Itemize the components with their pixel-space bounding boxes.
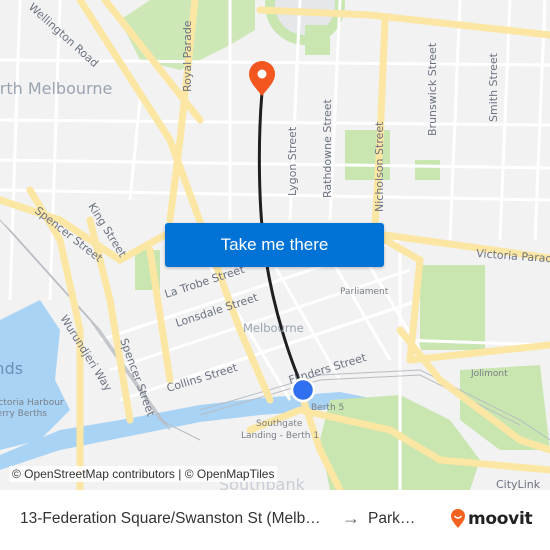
take-me-there-button[interactable]: Take me there: [165, 223, 384, 267]
label-parliament: Parliament: [340, 287, 389, 297]
label-royal-parade: Royal Parade: [181, 20, 194, 92]
label-melbourne: Melbourne: [243, 321, 304, 335]
map-attribution[interactable]: © OpenStreetMap contributors | © OpenMap…: [9, 466, 278, 482]
destination-name: Park…: [368, 510, 416, 527]
label-southgate-berth: Landing - Berth 1: [241, 431, 319, 441]
destination-pin-icon[interactable]: [249, 61, 275, 96]
route-footer: 13-Federation Square/Swanston St (Melb… …: [0, 490, 550, 550]
label-smith-street: Smith Street: [487, 52, 500, 122]
label-brunswick-street: Brunswick Street: [426, 42, 439, 136]
label-nicholson-street: Nicholson Street: [373, 121, 386, 212]
label-victoria-parade: Victoria Parade: [476, 247, 550, 266]
label-lygon-street: Lygon Street: [286, 126, 299, 196]
label-ferry-berths: Ferry Berths: [0, 409, 47, 419]
moovit-wordmark: moovit: [468, 509, 533, 529]
label-berth-5: Berth 5: [311, 403, 344, 413]
label-citylink: CityLink: [496, 478, 541, 490]
label-southgate: Southgate: [256, 419, 303, 429]
label-rathdowne-street: Rathdowne Street: [321, 99, 334, 198]
label-jolimont: Jolimont: [470, 369, 508, 379]
moovit-logo[interactable]: moovit: [450, 508, 533, 530]
park-fitzroy-gardens: [420, 265, 485, 350]
label-collins-street: Collins Street: [165, 361, 239, 395]
moovit-pin-icon: [451, 509, 465, 528]
label-wurundjeri-way: Wurundjeri Way: [57, 313, 115, 394]
origin-marker-icon[interactable]: [290, 377, 316, 403]
label-victoria-harbour: Victoria Harbour: [0, 398, 64, 408]
origin-stop-name: 13-Federation Square/Swanston St (Melb…: [20, 510, 321, 527]
label-docklands: Docklands: [0, 359, 23, 378]
label-north-melbourne: North Melbourne: [0, 79, 112, 98]
map[interactable]: Wellington Road Royal Parade North Melbo…: [0, 0, 550, 490]
arrow-right-icon: →: [342, 508, 360, 528]
